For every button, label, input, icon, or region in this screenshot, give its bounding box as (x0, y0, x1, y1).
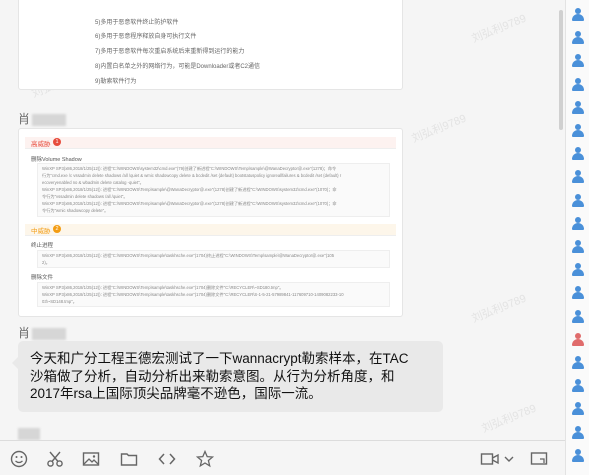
detail-line: WinXP SP3(x86,2018/1/25(12)): 进程"C:\WIND… (42, 201, 337, 206)
blurred-name (32, 113, 67, 126)
member-avatar-icon[interactable] (571, 425, 585, 440)
report-image[interactable]: 高威胁 1 删除Volume Shadow WinXP SP3(x86,2018… (18, 128, 403, 317)
detail-line: ecoveryenabled no & wbadmin delete catal… (42, 180, 144, 185)
threat-details: WinXP SP3(x86,2018/1/25(12)): 进程"C:\WIND… (37, 163, 390, 217)
detail-line: 令行为"vssadmin delete shadows /all /quiet"… (42, 194, 128, 199)
chat-history[interactable]: 刘弘利9789 刘弘利9789 刘弘利9789 刘弘利9789 刘弘利9789 … (0, 0, 565, 440)
high-threat-count: 1 (53, 138, 61, 146)
message-line: 今天和广分工程王德宏测试了一下wannacrypt勒索样本，在TAC (30, 351, 409, 366)
detail-line: 03\~SD148.tmp"。 (42, 299, 77, 304)
detail-line: WinXP SP3(x86,2018/1/25(12)): 进程"C:\WIND… (42, 253, 335, 258)
threat-details: WinXP SP3(x86,2018/1/25(12)): 进程"C:\WIND… (37, 282, 390, 307)
member-avatar-icon[interactable] (571, 193, 585, 208)
star-icon[interactable] (196, 450, 214, 468)
video-icon[interactable] (480, 450, 500, 468)
member-avatar-icon[interactable] (571, 100, 585, 115)
message-line: 沙箱做了分析，自动分析出来勒索意图。从行为分析角度，和 (30, 368, 395, 384)
member-avatar-icon[interactable] (571, 170, 585, 184)
member-avatar-icon[interactable] (571, 31, 585, 45)
high-threat-label: 高威胁 (31, 141, 51, 148)
scrollbar[interactable] (559, 10, 563, 130)
detail-line: WinXP SP3(x86,2018/1/25(12)): 进程"C:\WIND… (42, 187, 337, 192)
threat-details: WinXP SP3(x86,2018/1/25(12)): 进程"C:\WIND… (37, 250, 390, 268)
detail-line: WinXP SP3(x86,2018/1/25(12)): 进程"C:\WIND… (42, 292, 344, 297)
detail-line: 行为"cmd.exe /c vssadmin delete shadows /a… (42, 173, 342, 178)
member-avatar-icon[interactable] (571, 309, 585, 324)
report-step: 8)内置白名单之外的网络行为，可能是Downloader或者C2通信 (95, 64, 261, 70)
code-icon[interactable] (158, 450, 176, 468)
input-toolbar (0, 440, 565, 475)
sender-name[interactable] (18, 426, 40, 440)
sender-name[interactable]: 肖 (18, 324, 67, 341)
member-avatar-icon[interactable] (571, 54, 585, 68)
detail-line: WinXP SP3(x86,2018/1/25(12)): 进程"C:\WIND… (42, 285, 284, 290)
member-avatar-icon[interactable] (571, 216, 585, 231)
sender-name-text: 肖 (18, 112, 31, 126)
message-bubble[interactable]: 今天和广分工程王德宏测试了一下wannacrypt勒索样本，在TAC 沙箱做了分… (12, 341, 443, 412)
watermark: 刘弘利9789 (480, 402, 539, 436)
sender-name[interactable]: 肖 (18, 110, 67, 127)
member-avatar-icon[interactable] (571, 240, 585, 254)
member-avatar-icon[interactable] (571, 124, 585, 138)
member-avatar-icon[interactable] (571, 77, 585, 92)
member-avatar-icon[interactable] (571, 147, 585, 161)
high-threat-header: 高威胁 1 (25, 137, 396, 149)
scissors-icon[interactable] (46, 450, 64, 468)
report-step: 5)多用于恶意软件终止防护软件 (95, 20, 179, 26)
folder-icon[interactable] (120, 450, 138, 468)
watermark: 刘弘利9789 (470, 292, 529, 326)
blurred-name (18, 427, 40, 440)
report-step: 9)勒索软件行为 (95, 79, 137, 85)
detail-line: 2)。 (42, 260, 50, 265)
medium-threat-label: 中威胁 (31, 228, 51, 235)
member-avatar-icon[interactable] (571, 286, 585, 300)
message-line: 2017年rsa上国际顶尖品牌毫不逊色，国际一流。 (30, 386, 322, 401)
watermark: 刘弘利9789 (410, 112, 469, 146)
threat-category: 终止进程 (31, 243, 54, 249)
member-avatar-icon[interactable] (571, 8, 585, 22)
member-avatar-icon[interactable] (571, 402, 585, 416)
medium-threat-count: 2 (53, 225, 61, 233)
report-card[interactable]: 5)多用于恶意软件终止防护软件 6)多用于恶意程序释放自身可执行文件 7)多用于… (18, 0, 403, 90)
member-avatar-icon[interactable] (571, 448, 585, 463)
screen-share-icon[interactable] (530, 450, 548, 468)
member-avatar-icon[interactable] (571, 332, 585, 347)
threat-category: 删除Volume Shadow (31, 157, 82, 163)
watermark: 刘弘利9789 (470, 12, 529, 46)
report-step: 7)多用于恶意软件每次重启系统后来重新得到运行的能力 (95, 49, 245, 55)
member-avatar-icon[interactable] (571, 263, 585, 277)
detail-line: WinXP SP3(x86,2018/1/25(12)): 进程"C:\WIND… (42, 166, 337, 171)
medium-threat-header: 中威胁 2 (25, 224, 396, 236)
report-step: 6)多用于恶意程序释放自身可执行文件 (95, 34, 197, 40)
image-icon[interactable] (82, 450, 100, 468)
member-avatar-icon[interactable] (571, 356, 585, 370)
sender-name-text: 肖 (18, 326, 31, 340)
emoji-icon[interactable] (10, 450, 28, 468)
chevron-down-icon[interactable] (503, 450, 515, 468)
threat-category: 删除文件 (31, 275, 54, 281)
blurred-name (32, 327, 67, 340)
detail-line: 令行为"wmic shadowcopy delete"。 (42, 208, 109, 213)
member-avatar-icon[interactable] (571, 379, 585, 393)
member-list[interactable] (565, 0, 589, 475)
